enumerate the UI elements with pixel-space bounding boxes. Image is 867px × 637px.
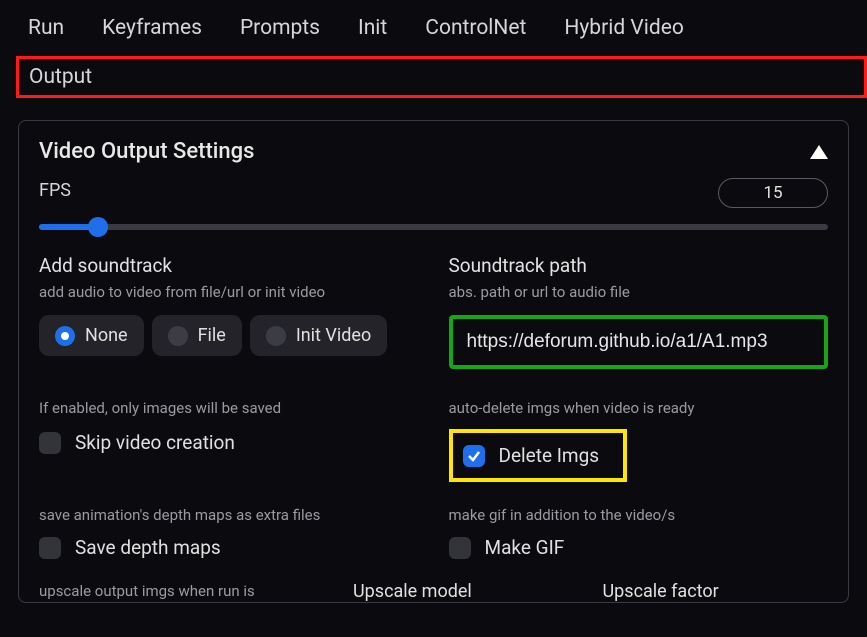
tab-output[interactable]: Output [16, 56, 867, 98]
add-soundtrack-subtitle: add audio to video from file/url or init… [39, 283, 419, 301]
video-output-settings-panel: Video Output Settings FPS 15 Add soundtr… [18, 120, 849, 603]
upscale-model-label: Upscale model [353, 581, 579, 602]
skip-video-creation-checkbox[interactable]: Skip video creation [39, 431, 419, 454]
upscale-note: upscale output imgs when run is [39, 581, 329, 602]
make-gif-checkbox[interactable]: Make GIF [449, 536, 829, 559]
radio-label: None [85, 325, 128, 346]
fps-slider[interactable] [39, 224, 828, 230]
panel-title: Video Output Settings [39, 139, 254, 164]
tab-run[interactable]: Run [28, 12, 64, 44]
delete-imgs-note: auto-delete imgs when video is ready [449, 399, 829, 417]
make-gif-note: make gif in addition to the video/s [449, 506, 829, 524]
soundtrack-option-file[interactable]: File [152, 315, 242, 356]
soundtrack-option-init-video[interactable]: Init Video [250, 315, 387, 356]
soundtrack-radio-group: None File Init Video [39, 315, 419, 356]
save-depth-maps-checkbox[interactable]: Save depth maps [39, 536, 419, 559]
checkbox-icon [39, 432, 61, 454]
delete-imgs-checkbox[interactable]: Delete Imgs [463, 444, 600, 467]
tab-bar: Run Keyframes Prompts Init ControlNet Hy… [0, 0, 867, 44]
tab-init[interactable]: Init [358, 12, 387, 44]
tab-prompts[interactable]: Prompts [240, 12, 320, 44]
tab-controlnet[interactable]: ControlNet [425, 12, 526, 44]
checkbox-icon [449, 537, 471, 559]
skip-video-note: If enabled, only images will be saved [39, 399, 419, 417]
radio-icon [266, 326, 286, 346]
soundtrack-path-title: Soundtrack path [449, 254, 829, 277]
fps-value[interactable]: 15 [718, 178, 828, 208]
radio-label: File [198, 325, 226, 346]
soundtrack-option-none[interactable]: None [39, 315, 144, 356]
soundtrack-path-subtitle: abs. path or url to audio file [449, 283, 829, 301]
radio-label: Init Video [296, 325, 371, 346]
collapse-icon[interactable] [810, 145, 828, 159]
upscale-factor-label: Upscale factor [603, 581, 829, 602]
checkbox-icon [39, 537, 61, 559]
radio-icon [168, 326, 188, 346]
depth-maps-note: save animation's depth maps as extra fil… [39, 506, 419, 524]
fps-slider-thumb[interactable] [88, 217, 108, 237]
tab-hybrid-video[interactable]: Hybrid Video [564, 12, 683, 44]
tab-keyframes[interactable]: Keyframes [102, 12, 202, 44]
soundtrack-path-input[interactable] [449, 315, 829, 369]
checkbox-label: Save depth maps [75, 536, 221, 559]
delete-imgs-highlight: Delete Imgs [449, 429, 628, 482]
add-soundtrack-title: Add soundtrack [39, 254, 419, 277]
checkbox-label: Skip video creation [75, 431, 235, 454]
fps-label: FPS [39, 180, 702, 201]
radio-icon [55, 326, 75, 346]
checkbox-label: Make GIF [485, 536, 565, 559]
checkbox-label: Delete Imgs [499, 444, 600, 467]
checkbox-icon [463, 445, 485, 467]
